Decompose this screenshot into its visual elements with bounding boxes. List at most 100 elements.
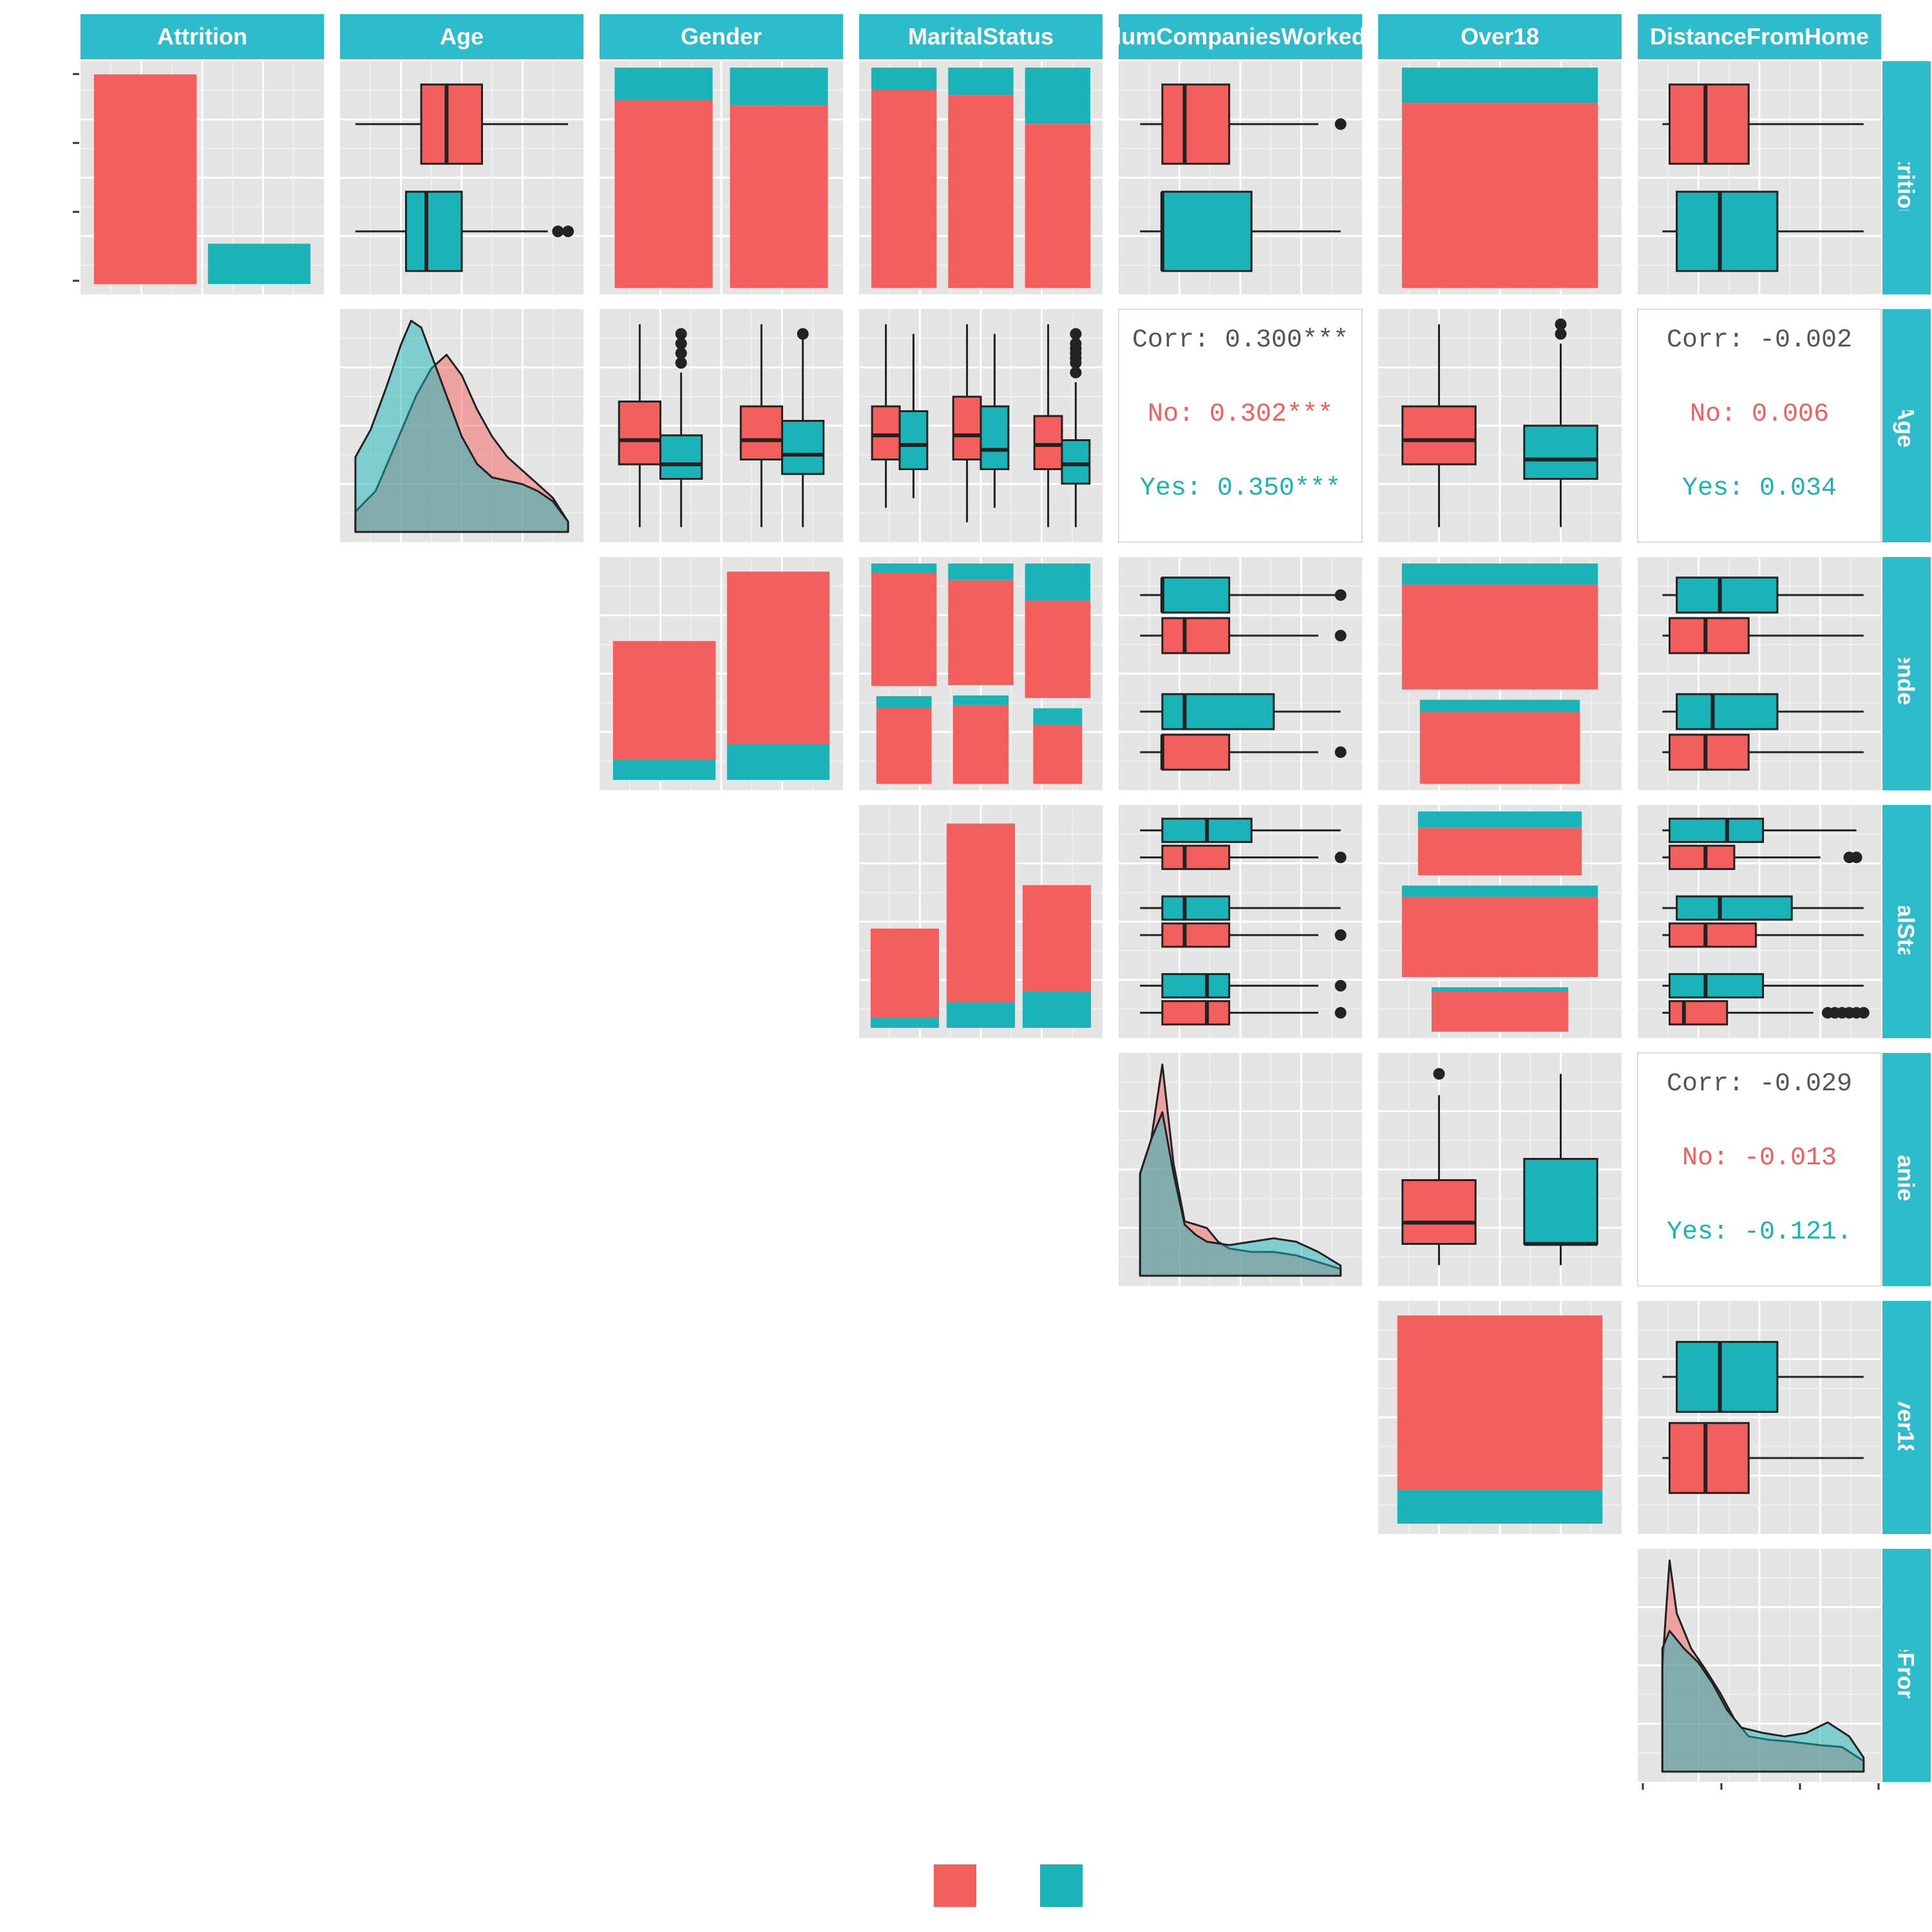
- mosaic-yes: [730, 68, 828, 106]
- bar-no: [946, 823, 1016, 1003]
- correlation-text: Yes: -0.121.: [1667, 1218, 1852, 1247]
- bar-no: [612, 641, 716, 760]
- row-strip-2: Gender: [1882, 557, 1931, 790]
- outlier-point: [1070, 328, 1082, 340]
- row-strip-0: Attrition: [1882, 61, 1931, 294]
- box: [1161, 576, 1231, 614]
- box: [1161, 973, 1231, 999]
- box: [1161, 617, 1231, 654]
- outlier-point: [1334, 746, 1347, 758]
- row-strip-4: umCompaniesWorke: [1882, 1053, 1931, 1286]
- column-strip-5: Over18: [1378, 14, 1622, 59]
- outlier-point: [1334, 851, 1347, 864]
- mosaic-no: [1401, 103, 1598, 288]
- outlier-point: [1334, 629, 1347, 641]
- column-strip-6: DistanceFromHome: [1638, 14, 1881, 59]
- outlier-point: [797, 328, 809, 340]
- pairs-plot-matrix: Attrition Age Gender MaritalStatus lumCompan…: [73, 14, 1931, 1907]
- column-strip-label: Attrition: [157, 23, 247, 50]
- column-strip-label: Over18: [1461, 23, 1539, 50]
- box: [1161, 895, 1231, 921]
- column-strip-2: Gender: [600, 14, 843, 59]
- bar-yes: [726, 744, 830, 780]
- box: [1668, 1422, 1750, 1494]
- mosaic-yes: [1401, 886, 1598, 897]
- box: [1668, 844, 1736, 870]
- bar-no: [726, 571, 830, 744]
- outlier-point: [1334, 118, 1347, 130]
- panel-5-6: [1638, 1301, 1881, 1534]
- column-strip-label: lumCompaniesWorked: [1115, 23, 1365, 50]
- row-strip-3: MaritalStatus: [1882, 805, 1931, 1038]
- mosaic-yes: [876, 696, 932, 708]
- column-strip-label: Gender: [681, 23, 762, 50]
- box: [980, 405, 1010, 470]
- mosaic-yes: [1431, 987, 1569, 992]
- legend-key-yes: [1040, 1864, 1083, 1907]
- column-strip-4: lumCompaniesWorked: [1115, 14, 1365, 59]
- bar-yes: [946, 1002, 1016, 1028]
- mosaic-yes: [871, 564, 937, 573]
- box: [871, 405, 901, 460]
- column-strip-0: Attrition: [80, 14, 324, 59]
- box: [1668, 973, 1765, 999]
- outlier-point: [562, 225, 574, 238]
- outlier-point: [1433, 1068, 1445, 1080]
- outlier-point: [1857, 1007, 1870, 1019]
- box: [1668, 83, 1750, 165]
- bar-no: [870, 928, 940, 1018]
- mosaic-no: [1401, 896, 1598, 978]
- mosaic-yes: [948, 68, 1014, 95]
- mosaic-no: [952, 705, 1009, 784]
- row-strip-label: Age: [1893, 404, 1919, 448]
- legend-key-no: [934, 1864, 976, 1907]
- panel-3-6: [1638, 805, 1881, 1038]
- panel-0-3: [859, 61, 1103, 294]
- panel-1-2: [600, 309, 843, 542]
- mosaic-yes: [1401, 68, 1598, 104]
- panel-2-2: [600, 557, 843, 790]
- box: [1668, 734, 1750, 771]
- column-strip-label: DistanceFromHome: [1650, 23, 1869, 50]
- mosaic-no: [1025, 124, 1091, 288]
- mosaic-yes: [1025, 564, 1091, 601]
- mosaic-no: [871, 573, 937, 686]
- panel-0-6: [1638, 61, 1881, 294]
- row-strip-6: DistanceFromHome: [1882, 1549, 1931, 1782]
- box: [1401, 405, 1477, 466]
- mosaic-no: [1431, 992, 1569, 1032]
- mosaic-no: [876, 708, 932, 784]
- mosaic-no: [1025, 600, 1091, 698]
- mosaic-no: [730, 105, 828, 288]
- mosaic-no: [948, 95, 1014, 289]
- panel-0-4: [1119, 61, 1362, 294]
- panel-6-6: [1638, 1549, 1881, 1782]
- mosaic-yes: [1401, 564, 1598, 585]
- correlation-text: No: -0.013: [1682, 1144, 1837, 1173]
- box: [1676, 693, 1779, 730]
- panel-1-5: [1378, 309, 1622, 542]
- outlier-point: [552, 225, 564, 238]
- correlation-panel: Corr: -0.002 No: 0.006 Yes: 0.034: [1637, 308, 1882, 543]
- panel-2-5: [1378, 557, 1622, 790]
- box: [1668, 922, 1757, 948]
- bar-yes: [612, 759, 716, 780]
- mosaic-yes: [948, 564, 1014, 580]
- legend: [934, 1864, 1083, 1907]
- box: [1668, 1000, 1728, 1026]
- correlation-text: Corr: -0.029: [1667, 1070, 1852, 1099]
- box: [781, 420, 825, 475]
- panel-3-5: [1378, 805, 1622, 1038]
- mosaic-no: [1401, 585, 1598, 690]
- box: [952, 395, 982, 460]
- mosaic-yes: [952, 695, 1009, 705]
- box: [1523, 1158, 1598, 1245]
- outlier-point: [1334, 980, 1347, 992]
- bar-yes: [870, 1018, 940, 1028]
- mosaic-yes: [614, 68, 713, 100]
- box: [1161, 734, 1231, 771]
- bar-no: [1397, 1315, 1603, 1490]
- box: [1676, 895, 1793, 921]
- box: [739, 405, 783, 460]
- box: [1676, 191, 1779, 272]
